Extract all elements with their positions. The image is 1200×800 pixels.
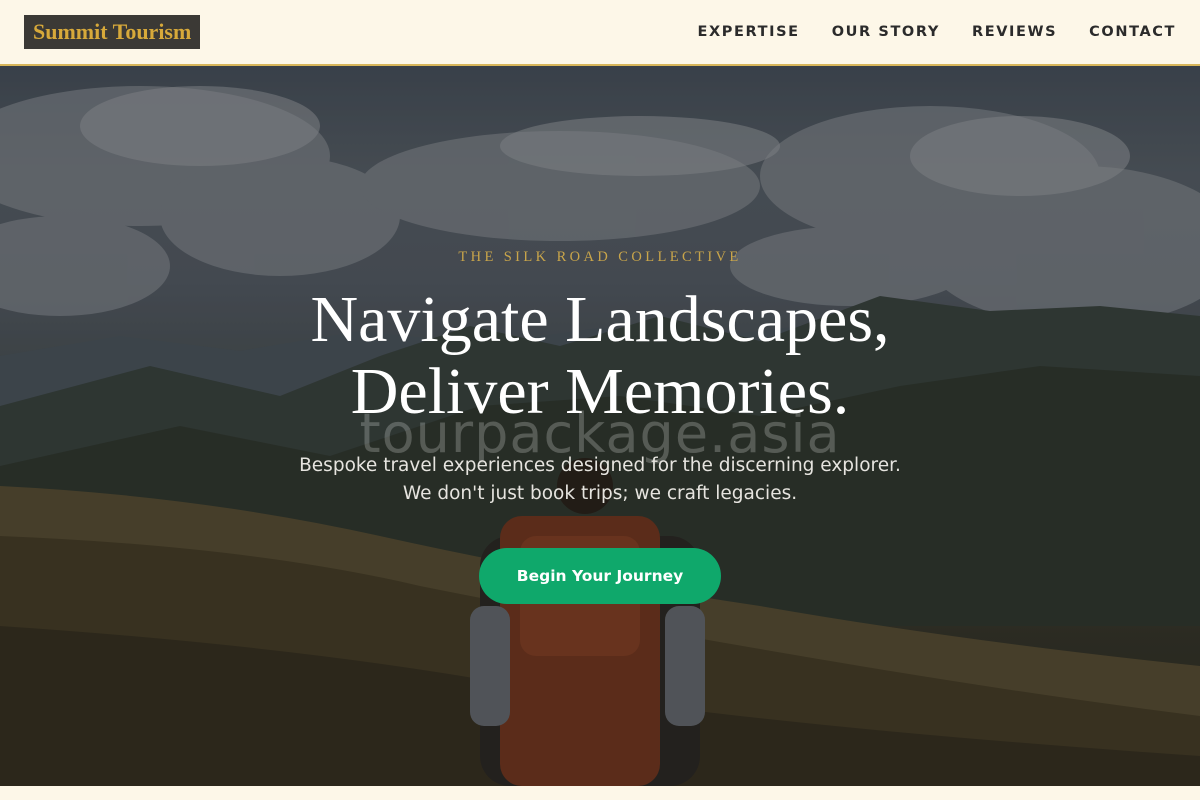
- nav-link-expertise[interactable]: EXPERTISE: [698, 24, 800, 40]
- hero-subtitle-line-2: We don't just book trips; we craft legac…: [402, 483, 798, 504]
- hero-title-line-1: Navigate Landscapes,: [310, 283, 890, 356]
- site-header: Summit Tourism EXPERTISE OUR STORY REVIE…: [0, 0, 1200, 66]
- main-nav: EXPERTISE OUR STORY REVIEWS CONTACT: [698, 24, 1176, 40]
- nav-link-contact[interactable]: CONTACT: [1089, 24, 1176, 40]
- page-bottom-strip: [0, 786, 1200, 800]
- hero-eyebrow: THE SILK ROAD COLLECTIVE: [458, 249, 742, 265]
- hero-subtitle-line-1: Bespoke travel experiences designed for …: [299, 455, 901, 476]
- hero-content: THE SILK ROAD COLLECTIVE Navigate Landsc…: [0, 66, 1200, 786]
- begin-journey-button[interactable]: Begin Your Journey: [479, 548, 721, 604]
- hero-subtitle: Bespoke travel experiences designed for …: [0, 452, 1200, 508]
- hero-section: THE SILK ROAD COLLECTIVE Navigate Landsc…: [0, 66, 1200, 786]
- nav-link-our-story[interactable]: OUR STORY: [832, 24, 940, 40]
- nav-link-reviews[interactable]: REVIEWS: [972, 24, 1057, 40]
- site-logo[interactable]: Summit Tourism: [24, 15, 201, 49]
